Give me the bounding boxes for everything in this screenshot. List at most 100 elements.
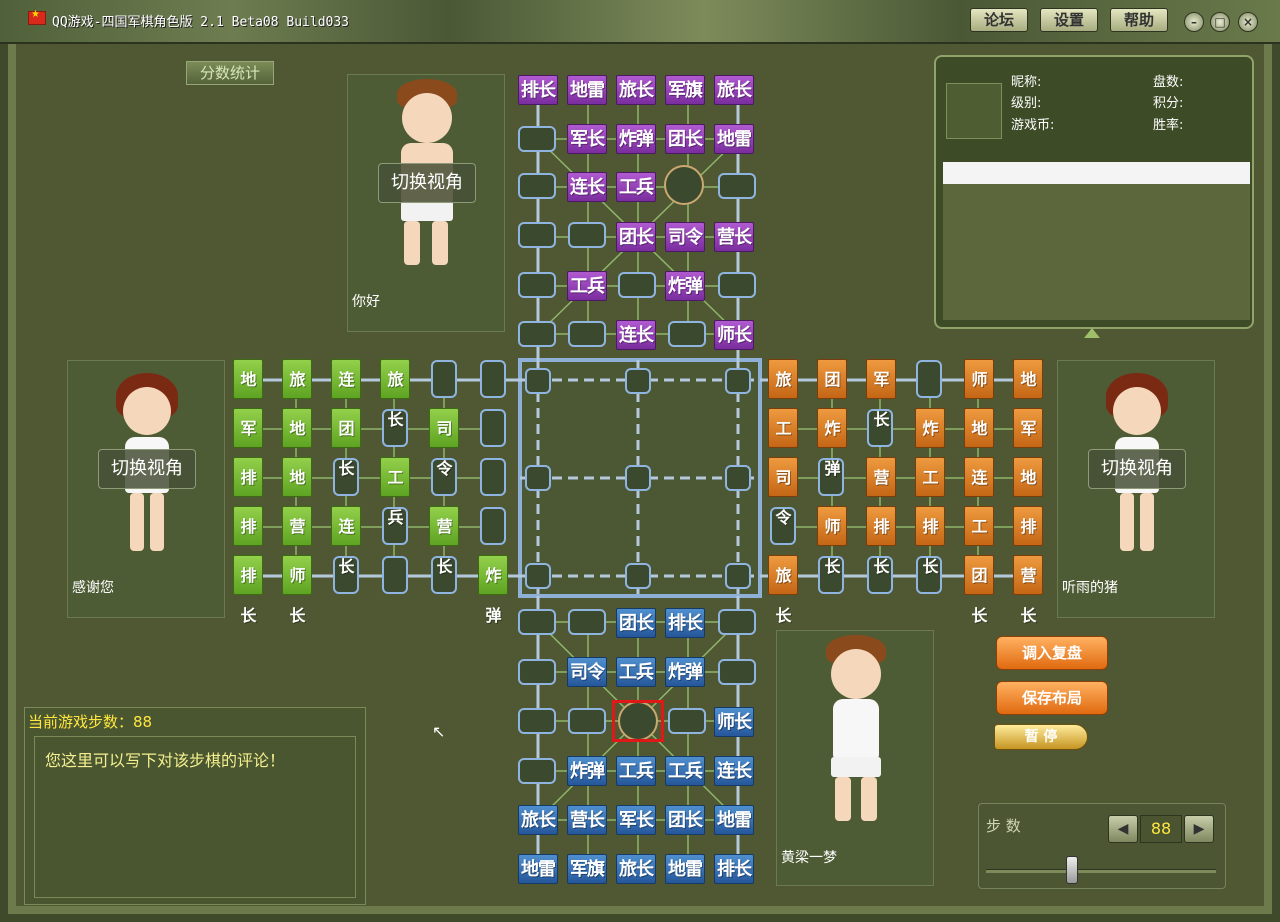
orange-piece[interactable]: 工兵 [768, 408, 798, 478]
board-cell[interactable] [668, 708, 706, 734]
orange-piece[interactable]: 地雷 [964, 408, 994, 478]
board-cell[interactable] [480, 409, 506, 447]
board-cell[interactable] [618, 272, 656, 298]
orange-piece[interactable]: 军长 [866, 359, 896, 429]
green-piece[interactable]: 军旗 [233, 408, 263, 478]
board-cell[interactable] [568, 222, 606, 248]
board-cell[interactable] [518, 126, 556, 152]
board-cell[interactable] [518, 272, 556, 298]
orange-piece[interactable]: 团长 [817, 359, 847, 429]
board-cell[interactable] [916, 360, 942, 398]
board-cell[interactable] [480, 360, 506, 398]
blue-piece[interactable]: 排长 [665, 608, 705, 638]
board-cell[interactable] [568, 609, 606, 635]
purple-piece[interactable]: 地雷 [567, 75, 607, 105]
orange-piece[interactable]: 旅长 [768, 555, 798, 625]
blue-piece[interactable]: 地雷 [665, 854, 705, 884]
green-piece[interactable]: 营长 [282, 506, 312, 576]
blue-piece[interactable]: 军长 [616, 805, 656, 835]
board-cell[interactable] [525, 368, 551, 394]
save-layout-button[interactable]: 保存布局 [996, 681, 1108, 715]
purple-piece[interactable]: 地雷 [714, 124, 754, 154]
purple-piece[interactable]: 旅长 [616, 75, 656, 105]
green-piece[interactable]: 工兵 [380, 457, 410, 527]
blue-piece[interactable]: 旅长 [616, 854, 656, 884]
blue-piece[interactable]: 司令 [567, 657, 607, 687]
board-cell[interactable] [625, 563, 651, 589]
step-slider-track[interactable] [986, 869, 1216, 873]
green-piece[interactable]: 团长 [331, 408, 361, 478]
step-forward-button[interactable]: ▶ [1184, 815, 1214, 843]
blue-piece[interactable]: 工兵 [665, 756, 705, 786]
orange-piece[interactable]: 军旗 [1013, 408, 1043, 478]
green-piece[interactable]: 排长 [233, 555, 263, 625]
orange-piece[interactable]: 团长 [964, 555, 994, 625]
green-piece[interactable]: 司令 [429, 408, 459, 478]
blue-piece[interactable]: 工兵 [616, 657, 656, 687]
board-cell[interactable] [518, 708, 556, 734]
board-cell[interactable] [518, 173, 556, 199]
board-cell[interactable] [725, 465, 751, 491]
orange-piece[interactable]: 排长 [866, 506, 896, 576]
board-cell[interactable] [718, 272, 756, 298]
board-cell[interactable] [718, 173, 756, 199]
purple-piece[interactable]: 连长 [567, 172, 607, 202]
board-cell[interactable] [718, 659, 756, 685]
blue-piece[interactable]: 师长 [714, 707, 754, 737]
board-cell[interactable] [518, 222, 556, 248]
purple-piece[interactable]: 旅长 [714, 75, 754, 105]
green-piece[interactable]: 地雷 [282, 457, 312, 527]
orange-piece[interactable]: 排长 [1013, 506, 1043, 576]
blue-piece[interactable]: 营长 [567, 805, 607, 835]
orange-piece[interactable]: 营长 [1013, 555, 1043, 625]
pause-button[interactable]: 暂 停 [994, 724, 1088, 750]
blue-piece[interactable]: 军旗 [567, 854, 607, 884]
board-cell[interactable] [668, 321, 706, 347]
orange-piece[interactable]: 营长 [866, 457, 896, 527]
orange-piece[interactable]: 工兵 [964, 506, 994, 576]
blue-piece[interactable]: 工兵 [616, 756, 656, 786]
board-cell[interactable] [518, 758, 556, 784]
green-piece[interactable]: 排长 [233, 457, 263, 527]
board-cell[interactable] [568, 321, 606, 347]
blue-piece[interactable]: 炸弹 [567, 756, 607, 786]
board-camp[interactable] [664, 165, 704, 205]
purple-piece[interactable]: 团长 [665, 124, 705, 154]
orange-piece[interactable]: 排长 [915, 506, 945, 576]
green-piece[interactable]: 旅长 [282, 359, 312, 429]
green-piece[interactable]: 连长 [331, 359, 361, 429]
purple-piece[interactable]: 炸弹 [616, 124, 656, 154]
purple-piece[interactable]: 军长 [567, 124, 607, 154]
purple-piece[interactable]: 营长 [714, 222, 754, 252]
board-cell[interactable] [568, 708, 606, 734]
orange-piece[interactable]: 旅长 [768, 359, 798, 429]
board-cell[interactable] [518, 609, 556, 635]
blue-piece[interactable]: 地雷 [714, 805, 754, 835]
green-piece[interactable]: 地雷 [282, 408, 312, 478]
board-cell[interactable] [718, 609, 756, 635]
board-cell[interactable] [725, 368, 751, 394]
purple-piece[interactable]: 工兵 [616, 172, 656, 202]
blue-piece[interactable]: 炸弹 [665, 657, 705, 687]
board-cell[interactable] [431, 360, 457, 398]
green-piece[interactable]: 排长 [233, 506, 263, 576]
orange-piece[interactable]: 地雷 [1013, 359, 1043, 429]
orange-piece[interactable]: 炸弹 [817, 408, 847, 478]
board-cell[interactable] [518, 659, 556, 685]
green-piece[interactable]: 师长 [282, 555, 312, 625]
board-cell[interactable] [625, 465, 651, 491]
orange-piece[interactable]: 师长 [964, 359, 994, 429]
orange-piece[interactable]: 地雷 [1013, 457, 1043, 527]
green-piece[interactable]: 地雷 [233, 359, 263, 429]
board-cell[interactable] [518, 321, 556, 347]
green-piece[interactable]: 炸弹 [478, 555, 508, 625]
blue-piece[interactable]: 连长 [714, 756, 754, 786]
green-piece[interactable]: 旅长 [380, 359, 410, 429]
board-cell[interactable] [725, 563, 751, 589]
purple-piece[interactable]: 炸弹 [665, 271, 705, 301]
purple-piece[interactable]: 军旗 [665, 75, 705, 105]
blue-piece[interactable]: 团长 [616, 608, 656, 638]
orange-piece[interactable]: 工兵 [915, 457, 945, 527]
board-cell[interactable] [625, 368, 651, 394]
purple-piece[interactable]: 连长 [616, 320, 656, 350]
